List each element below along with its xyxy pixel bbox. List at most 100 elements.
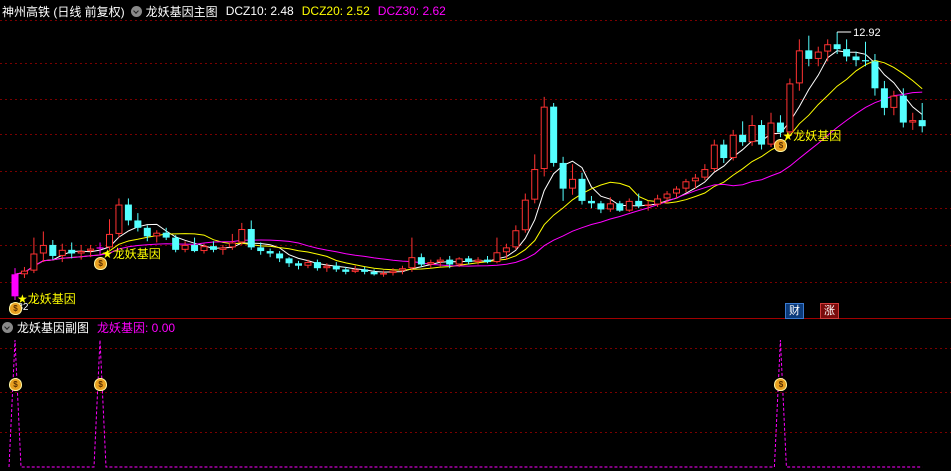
candle-body (569, 178, 577, 189)
dcz30-value: DCZ30: 2.62 (377, 4, 446, 18)
candle-body (247, 229, 255, 248)
candle-body (918, 120, 926, 127)
candle-body (162, 232, 170, 238)
sub-indicator-value: 龙妖基因: 0.00 (97, 320, 176, 335)
candle-body (758, 125, 766, 145)
candle-body (77, 251, 85, 254)
sub-signal-line (8, 339, 923, 468)
candle-body (115, 204, 123, 234)
candle-body (550, 106, 558, 163)
sub-indicator-name[interactable]: 龙妖基因副图 (17, 319, 89, 336)
candle-body (814, 51, 822, 59)
candle-body (398, 268, 406, 271)
candle-body (276, 253, 284, 259)
candle-body (795, 50, 803, 84)
signal-label: ★龙妖基因 (17, 292, 76, 306)
candle-body (833, 44, 841, 50)
candle-body (720, 144, 728, 159)
finance-badge[interactable]: 财 (785, 303, 804, 319)
main-chart-header: 神州高铁 (日线 前复权) 龙妖基因主图 DCZ10: 2.48 DCZ20: … (2, 1, 446, 21)
candle-body (455, 258, 463, 265)
candle-body (389, 270, 397, 274)
candle-body (644, 204, 652, 207)
candle-body (143, 227, 151, 237)
candle-body (502, 247, 510, 253)
candle-body (701, 169, 709, 178)
signal-label: ★龙妖基因 (102, 246, 161, 261)
candle-body (351, 269, 359, 272)
candle-body (805, 50, 813, 59)
candle-body (408, 257, 416, 269)
rise-badge[interactable]: 涨 (820, 303, 839, 319)
candle-body (710, 144, 718, 170)
candle-body (824, 44, 832, 52)
candle-body (616, 203, 624, 211)
candle-body (134, 220, 142, 228)
candle-body (578, 178, 586, 201)
candle-body (87, 248, 95, 252)
candle-body (852, 56, 860, 61)
candle-body (20, 270, 28, 275)
candle-body (739, 134, 747, 143)
candle-body (843, 49, 851, 57)
candle-body (200, 246, 208, 252)
candle-body (257, 247, 265, 252)
candle-body (58, 249, 66, 256)
candle-body (39, 244, 47, 254)
candle-body (625, 200, 633, 211)
main-indicator-name[interactable]: 龙妖基因主图 (146, 3, 218, 20)
candle-body (786, 83, 794, 133)
candle-body (890, 95, 898, 108)
indicator-menu-icon[interactable] (130, 5, 142, 17)
candle-body (49, 244, 57, 256)
money-bag-icon: $ (94, 378, 108, 391)
candle-body (304, 262, 312, 266)
candle-body (531, 169, 539, 200)
signal-label: ★龙妖基因 (782, 129, 842, 144)
dcz20-value: DCZ20: 2.52 (301, 4, 370, 18)
candle-body (370, 271, 378, 275)
candle-body (219, 247, 227, 250)
stock-title[interactable]: 神州高铁 (日线 前复权) (2, 3, 125, 20)
candle-body (597, 203, 605, 210)
candle-body (172, 237, 180, 250)
candle-body (871, 61, 879, 89)
candle-body (521, 199, 529, 231)
candle-body (446, 259, 454, 265)
candle-body (559, 162, 567, 189)
max-price-label: 12.92 (853, 27, 881, 39)
candle-body (484, 259, 491, 263)
candle-body (153, 232, 161, 237)
candle-body (313, 262, 321, 269)
candle-body (654, 198, 662, 205)
candle-body (880, 88, 888, 108)
candle-body (474, 259, 482, 263)
candle-body (68, 249, 76, 254)
candle-body (361, 269, 369, 272)
candle-body (228, 242, 236, 248)
stock-chart-window: 12.921.82 神州高铁 (日线 前复权) 龙妖基因主图 DCZ10: 2.… (0, 0, 951, 471)
candle-body (266, 251, 274, 254)
candle-body (323, 265, 331, 269)
candle-body (465, 258, 473, 263)
candle-body (909, 120, 917, 123)
candle-body (332, 265, 340, 270)
candle-body (767, 122, 775, 145)
candle-body (540, 106, 548, 170)
candle-body (342, 269, 350, 272)
dcz20-line (14, 59, 923, 275)
candle-body (427, 262, 435, 265)
candle-body (285, 258, 293, 264)
candle-body (181, 244, 189, 250)
candle-body (380, 273, 388, 275)
candle-body (682, 181, 690, 189)
candle-body (862, 60, 869, 62)
candle-body (729, 134, 737, 159)
candle-body (493, 252, 501, 263)
candle-body (124, 204, 132, 221)
money-bag-icon: $ (9, 378, 22, 391)
candle-body (691, 177, 699, 182)
candle-body (512, 230, 520, 248)
candle-body (238, 229, 246, 243)
sub-indicator-menu-icon[interactable] (2, 321, 13, 333)
